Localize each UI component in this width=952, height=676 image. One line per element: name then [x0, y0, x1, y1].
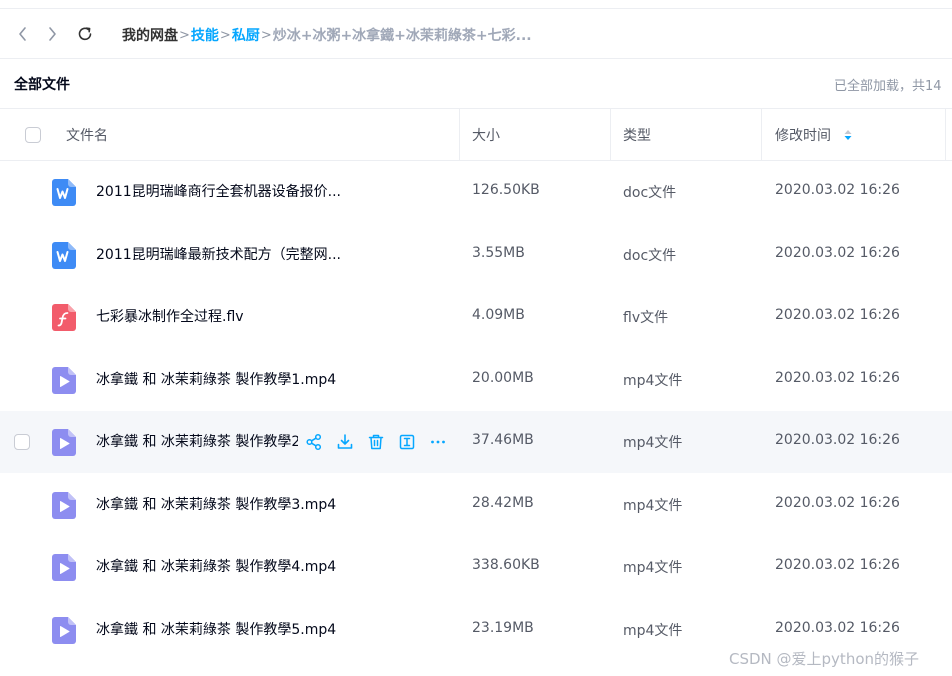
file-size: 23.19MB [472, 620, 534, 636]
load-status: 已全部加载，共14 [834, 79, 942, 94]
file-type: doc文件 [623, 248, 677, 264]
table-row[interactable]: 冰拿鐵 和 冰茉莉綠茶 製作教學3.mp4 28.42MB mp4文件 2020… [0, 474, 952, 536]
rename-icon [399, 434, 415, 450]
rename-button[interactable] [395, 430, 419, 454]
file-type: mp4文件 [623, 560, 683, 576]
delete-icon [368, 434, 384, 450]
table-row[interactable]: 七彩暴冰制作全过程.flv 4.09MB flv文件 2020.03.02 16… [0, 286, 952, 348]
table-row[interactable]: 冰拿鐵 和 冰茉莉綠茶 製作教學4.mp4 338.60KB mp4文件 202… [0, 536, 952, 598]
file-type: mp4文件 [623, 435, 683, 451]
column-divider [459, 109, 460, 161]
video-play-icon [52, 554, 76, 581]
more-button[interactable] [426, 430, 450, 454]
select-all-checkbox[interactable] [25, 109, 41, 161]
flash-video-icon [52, 304, 76, 331]
column-type[interactable]: 类型 [623, 109, 651, 161]
checkbox-box[interactable] [25, 127, 41, 143]
breadcrumb-current: 炒冰+冰粥+冰拿鐵+冰茉莉綠茶+七彩... [272, 28, 532, 44]
file-name[interactable]: 七彩暴冰制作全过程.flv [96, 306, 244, 326]
share-button[interactable] [302, 430, 326, 454]
row-actions [302, 430, 457, 454]
file-size: 37.46MB [472, 432, 534, 448]
title-row: 全部文件 已全部加载，共14 [0, 59, 952, 109]
column-modified-label: 修改时间 [775, 128, 831, 144]
file-name[interactable]: 2011昆明瑞峰商行全套机器设备报价... [96, 181, 341, 201]
share-icon [306, 433, 322, 451]
download-icon [337, 434, 353, 449]
chevron-right-icon [49, 27, 56, 41]
forward-button[interactable] [42, 24, 62, 44]
table-row[interactable]: 2011昆明瑞峰最新技术配方（完整网... 3.55MB doc文件 2020.… [0, 224, 952, 286]
breadcrumb-root[interactable]: 我的网盘 [122, 25, 178, 45]
nav-bar: 我的网盘 > 技能 > 私厨 > 炒冰+冰粥+冰拿鐵+冰茉莉綠茶+七彩... [0, 9, 952, 59]
file-size: 28.42MB [472, 495, 534, 511]
chevron-left-icon [19, 27, 26, 41]
file-modified: 2020.03.02 16:26 [775, 495, 900, 511]
video-play-icon [52, 492, 76, 519]
refresh-icon [78, 27, 92, 41]
word-doc-icon [52, 179, 76, 206]
file-modified: 2020.03.02 16:26 [775, 245, 900, 261]
file-name[interactable]: 冰拿鐵 和 冰茉莉綠茶 製作教學2.mp4 [96, 431, 298, 451]
watermark: CSDN @爱上python的猴子 [729, 650, 920, 668]
video-play-icon [52, 617, 76, 644]
file-name[interactable]: 2011昆明瑞峰最新技术配方（完整网... [96, 244, 341, 264]
back-button[interactable] [13, 24, 33, 44]
file-type: mp4文件 [623, 373, 683, 389]
breadcrumb-separator: > [260, 27, 272, 43]
file-size: 126.50KB [472, 182, 540, 198]
more-icon [431, 440, 445, 444]
table-row[interactable]: 冰拿鐵 和 冰茉莉綠茶 製作教學2.mp4 [0, 411, 952, 473]
column-size[interactable]: 大小 [472, 109, 500, 161]
breadcrumb-separator: > [219, 27, 231, 43]
page-title: 全部文件 [14, 77, 70, 93]
file-size: 4.09MB [472, 307, 525, 323]
table-row[interactable]: 2011昆明瑞峰商行全套机器设备报价... 126.50KB doc文件 202… [0, 161, 952, 223]
breadcrumb: 我的网盘 > 技能 > 私厨 > 炒冰+冰粥+冰拿鐵+冰茉莉綠茶+七彩... [122, 24, 532, 46]
breadcrumb-separator: > [179, 27, 190, 43]
word-doc-icon [52, 242, 76, 269]
video-play-icon [52, 429, 76, 456]
file-modified: 2020.03.02 16:26 [775, 432, 900, 448]
file-modified: 2020.03.02 16:26 [775, 307, 900, 323]
file-name[interactable]: 冰拿鐵 和 冰茉莉綠茶 製作教學3.mp4 [96, 494, 336, 514]
file-size: 3.55MB [472, 245, 525, 261]
column-name[interactable]: 文件名 [66, 109, 108, 161]
column-divider [761, 109, 762, 161]
file-type: doc文件 [623, 185, 677, 201]
file-modified: 2020.03.02 16:26 [775, 557, 900, 573]
file-modified: 2020.03.02 16:26 [775, 620, 900, 636]
file-type: mp4文件 [623, 498, 683, 514]
file-type: mp4文件 [623, 623, 683, 639]
file-type: flv文件 [623, 310, 669, 326]
video-play-icon [52, 367, 76, 394]
file-size: 20.00MB [472, 370, 534, 386]
breadcrumb-skills[interactable]: 技能 [191, 25, 219, 45]
column-divider [610, 109, 611, 161]
delete-button[interactable] [364, 430, 388, 454]
file-size: 338.60KB [472, 557, 540, 573]
refresh-button[interactable] [75, 24, 95, 44]
file-name[interactable]: 冰拿鐵 和 冰茉莉綠茶 製作教學1.mp4 [96, 369, 336, 389]
column-divider [945, 109, 946, 161]
file-name[interactable]: 冰拿鐵 和 冰茉莉綠茶 製作教學4.mp4 [96, 556, 336, 576]
table-row[interactable]: 冰拿鐵 和 冰茉莉綠茶 製作教學1.mp4 20.00MB mp4文件 2020… [0, 349, 952, 411]
file-modified: 2020.03.02 16:26 [775, 370, 900, 386]
sort-updown-icon[interactable] [843, 128, 853, 142]
file-name[interactable]: 冰拿鐵 和 冰茉莉綠茶 製作教學5.mp4 [96, 619, 336, 639]
file-modified: 2020.03.02 16:26 [775, 182, 900, 198]
breadcrumb-kitchen[interactable]: 私厨 [232, 25, 260, 45]
row-checkbox[interactable] [14, 434, 30, 450]
download-button[interactable] [333, 430, 357, 454]
table-header: 文件名 大小 类型 修改时间 [0, 109, 952, 161]
column-modified[interactable]: 修改时间 [775, 109, 853, 161]
